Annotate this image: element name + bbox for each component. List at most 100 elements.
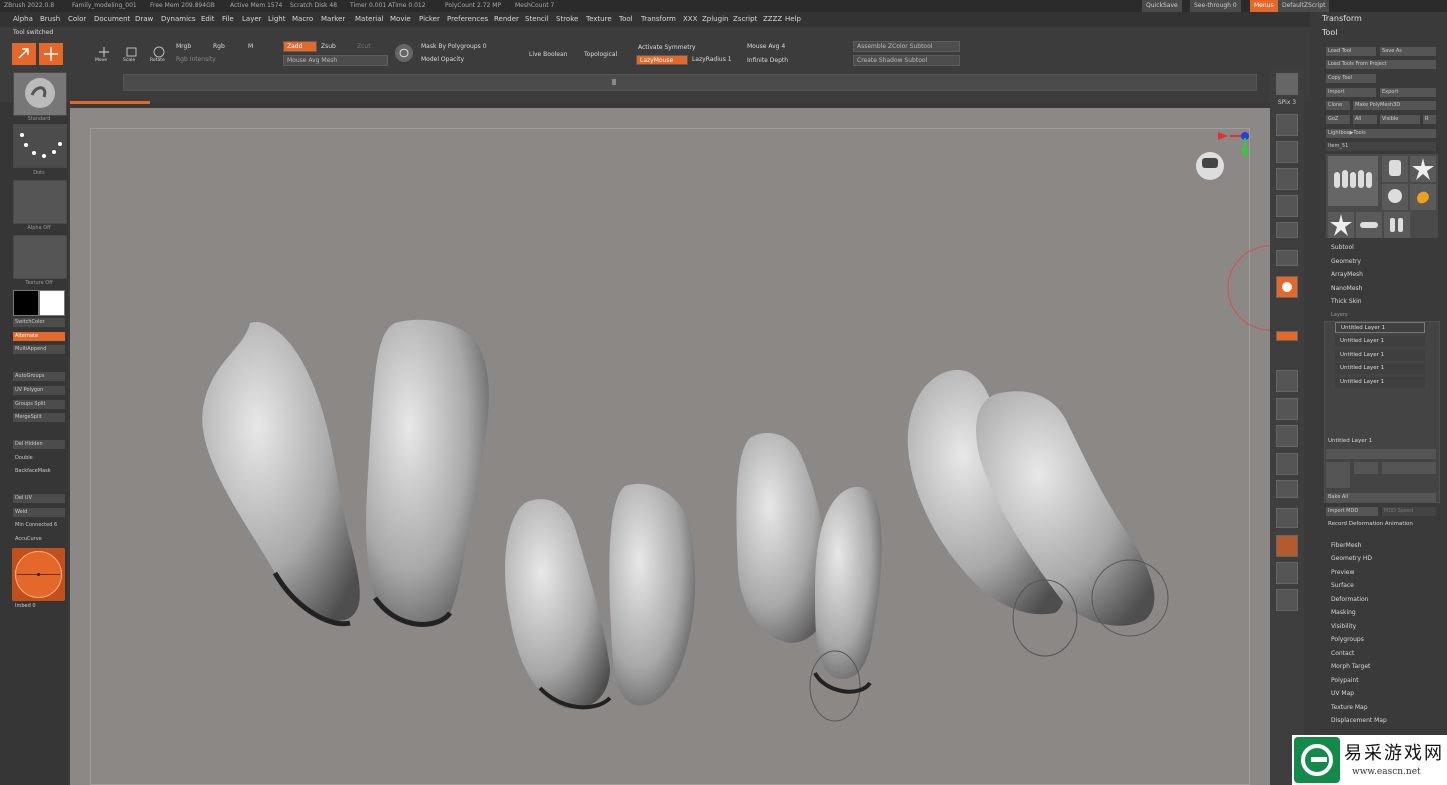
feet-models[interactable] — [70, 108, 1270, 785]
nanomesh-section[interactable]: NanoMesh — [1331, 285, 1362, 292]
menu-stroke[interactable]: Stroke — [556, 15, 578, 23]
zsub-button[interactable]: Zsub — [321, 43, 336, 50]
alternate-button[interactable]: Alternate — [13, 332, 65, 341]
texture-map-section[interactable]: Texture Map — [1331, 704, 1368, 711]
imbed-slider[interactable]: Imbed 0 — [13, 602, 65, 611]
geometry-section[interactable]: Geometry — [1331, 258, 1361, 265]
multi-append-button[interactable]: MultiAppend — [13, 345, 65, 354]
xpose-button[interactable] — [1276, 589, 1298, 611]
lazyradius-slider[interactable]: LazyRadius 1 — [692, 56, 732, 63]
uv-polygon-button[interactable]: UV Polygon — [13, 386, 65, 395]
copy-tool-button[interactable]: Copy Tool — [1326, 74, 1376, 83]
menu-render[interactable]: Render — [494, 15, 519, 23]
layer-tools[interactable] — [1382, 462, 1436, 474]
save-as-button[interactable]: Save As — [1380, 47, 1436, 56]
live-boolean-button[interactable]: Live Boolean — [529, 51, 567, 58]
masking-section[interactable]: Masking — [1331, 609, 1356, 616]
del-hidden-button[interactable]: Del Hidden — [13, 440, 65, 449]
menu-preferences[interactable]: Preferences — [447, 15, 488, 23]
tool-thumb-polymesh[interactable] — [1410, 156, 1436, 182]
menu-light[interactable]: Light — [268, 15, 285, 23]
morph-target-section[interactable]: Morph Target — [1331, 663, 1370, 670]
tool-thumb-feet[interactable] — [1328, 156, 1378, 206]
menu-color[interactable]: Color — [68, 15, 86, 23]
deformation-section[interactable]: Deformation — [1331, 596, 1368, 603]
texture-thumbnail[interactable] — [13, 235, 67, 279]
menu-layer[interactable]: Layer — [242, 15, 262, 23]
zoom3d-button[interactable] — [1276, 425, 1298, 447]
menu-macro[interactable]: Macro — [292, 15, 313, 23]
create-shadow-subtool-button[interactable]: Create Shadow Subtool — [853, 55, 960, 66]
tool-thumb-zsphere[interactable] — [1328, 212, 1354, 238]
menu-brush[interactable]: Brush — [40, 15, 60, 23]
tool-thumb-pm3d-feet[interactable] — [1384, 212, 1410, 238]
current-layer-slider[interactable]: Untitled Layer 1 — [1328, 438, 1372, 444]
seethrough-slider[interactable]: See-through 0 — [1190, 0, 1241, 12]
visibility-section[interactable]: Visibility — [1331, 623, 1356, 630]
mdd-speed-slider[interactable]: MDD Speed — [1382, 507, 1436, 516]
default-zscript-button[interactable]: DefaultZScript — [1278, 0, 1330, 12]
menu-tool[interactable]: Tool — [619, 15, 633, 23]
scale-button[interactable]: Scale — [123, 45, 141, 65]
zcut-button[interactable]: Zcut — [357, 43, 371, 50]
polygroup-icon[interactable] — [395, 44, 413, 62]
uv-map-section[interactable]: UV Map — [1331, 690, 1354, 697]
menu-zscript[interactable]: Zscript — [733, 15, 757, 23]
tool-thumb-cylinder[interactable] — [1382, 156, 1408, 182]
zoom-button[interactable] — [1276, 141, 1298, 163]
brush-slider-track[interactable] — [123, 74, 1257, 91]
preview-section[interactable]: Preview — [1331, 569, 1354, 576]
polyf-button[interactable] — [1276, 508, 1298, 528]
foot-pair-4[interactable] — [907, 369, 1169, 657]
bpr-button[interactable] — [1276, 73, 1298, 95]
name-layer-button[interactable] — [1354, 462, 1378, 474]
rotate-button[interactable]: Rotate — [150, 45, 168, 65]
goz-button[interactable]: GoZ — [1326, 115, 1350, 124]
record-deformation-button[interactable]: Record Deformation Animation — [1328, 521, 1413, 527]
stroke-thumbnail[interactable] — [13, 124, 67, 168]
make-polymesh-button[interactable]: Make PolyMesh3D — [1353, 101, 1436, 110]
export-button[interactable]: Export — [1380, 88, 1436, 97]
move-view-button[interactable] — [1276, 398, 1298, 420]
line-fill-button[interactable] — [1276, 480, 1298, 498]
del-uv-button[interactable]: Del UV — [13, 494, 65, 503]
switch-color-button[interactable]: SwitchColor — [13, 318, 65, 327]
tool-title[interactable]: Tool — [1322, 28, 1338, 37]
import-mdd-button[interactable]: Import MDD — [1326, 507, 1378, 516]
topological-button[interactable]: Topological — [584, 51, 617, 58]
min-connected-slider[interactable]: Min Connected 6 — [13, 521, 65, 530]
brush-size-preview[interactable] — [12, 548, 65, 601]
subtool-section[interactable]: Subtool — [1331, 244, 1354, 251]
layer-item[interactable]: Untitled Layer 1 — [1335, 322, 1425, 333]
mrgb-button[interactable]: Mrgb — [176, 43, 191, 50]
merge-split-button[interactable]: MergeSplit — [13, 413, 65, 422]
menu-help[interactable]: Help — [785, 15, 801, 23]
tool-thumb-pm3d-polyf[interactable] — [1356, 212, 1382, 238]
alpha-thumbnail[interactable] — [13, 180, 67, 224]
quicksave-button[interactable]: QuickSave — [1142, 0, 1182, 12]
foot-pair-2[interactable] — [505, 483, 696, 710]
layer-arrows[interactable] — [1326, 449, 1436, 459]
menu-picker[interactable]: Picker — [419, 15, 440, 23]
arraymesh-section[interactable]: ArrayMesh — [1331, 271, 1363, 278]
menu-xxx[interactable]: XXX — [683, 15, 697, 23]
assemble-zcolor-button[interactable]: Assemble ZColor Subtool — [853, 41, 960, 52]
lazymouse-button[interactable]: LazyMouse — [636, 55, 688, 65]
menu-draw[interactable]: Draw — [135, 15, 153, 23]
persp-button[interactable] — [1276, 222, 1298, 238]
visible-button[interactable]: Visible — [1380, 115, 1420, 124]
menu-texture[interactable]: Texture — [586, 15, 612, 23]
m-button[interactable]: M — [248, 43, 253, 50]
rgb-intensity-slider[interactable]: Rgb Intensity — [176, 56, 216, 63]
fibermesh-section[interactable]: FiberMesh — [1331, 542, 1361, 549]
xyz-button[interactable] — [1276, 306, 1298, 322]
polygroups-section[interactable]: Polygroups — [1331, 636, 1364, 643]
tool-thumb-sphere3d[interactable] — [1382, 184, 1408, 210]
transform-title[interactable]: Transform — [1322, 14, 1362, 23]
rgb-button[interactable]: Rgb — [213, 43, 225, 50]
spix-label[interactable]: SPix 3 — [1272, 99, 1302, 106]
menu-material[interactable]: Material — [355, 15, 383, 23]
scroll-button[interactable] — [1276, 114, 1298, 136]
mouse-avg-mesh-dropdown[interactable]: Mouse Avg Mesh — [283, 55, 388, 66]
foot-pair-3[interactable] — [736, 433, 882, 722]
